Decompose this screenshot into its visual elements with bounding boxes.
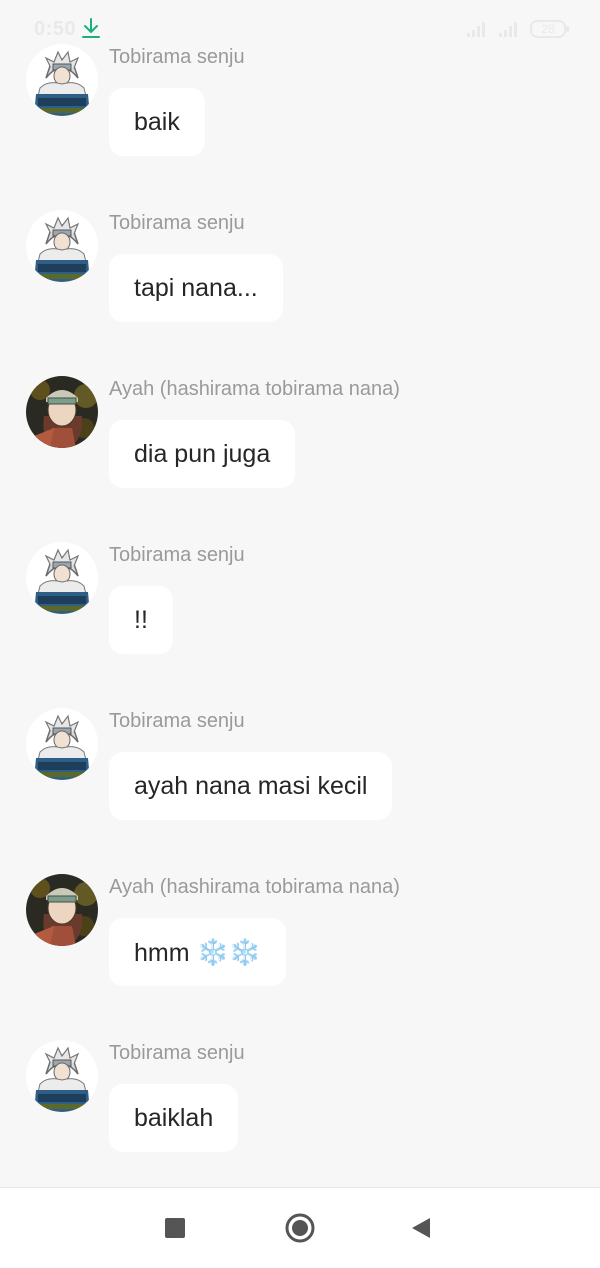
message-item: Tobirama senju baiklah <box>0 1040 600 1190</box>
message-item: Tobirama senju !! <box>0 542 600 692</box>
message-text: baiklah <box>134 1104 214 1132</box>
message-text: tapi nana... <box>134 274 258 302</box>
message-bubble[interactable]: hmm ❄️❄️ <box>109 918 287 986</box>
avatar[interactable] <box>26 44 98 116</box>
avatar[interactable] <box>26 874 98 946</box>
avatar[interactable] <box>26 210 98 282</box>
square-icon[interactable] <box>159 1212 191 1244</box>
sender-name: Tobirama senju <box>109 46 245 68</box>
message-bubble[interactable]: baik <box>109 88 205 156</box>
message-item: Tobirama senju ayah nana masi kecil <box>0 708 600 858</box>
message-bubble[interactable]: tapi nana... <box>109 254 283 322</box>
message-text: baik <box>134 108 180 136</box>
message-text: dia pun juga <box>134 440 271 468</box>
sender-name: Ayah (hashirama tobirama nana) <box>109 876 400 898</box>
avatar[interactable] <box>26 376 98 448</box>
message-item: Ayah (hashirama tobirama nana) hmm ❄️❄️ <box>0 874 600 1024</box>
navigation-bar <box>0 1187 600 1268</box>
message-item: Ayah (hashirama tobirama nana) dia pun j… <box>0 376 600 526</box>
circle-icon[interactable] <box>284 1212 316 1244</box>
avatar[interactable] <box>26 708 98 780</box>
message-item: Tobirama senju baik <box>0 44 600 194</box>
message-bubble[interactable]: !! <box>109 586 173 654</box>
avatar[interactable] <box>26 542 98 614</box>
message-text: ayah nana masi kecil <box>134 772 368 800</box>
sender-name: Tobirama senju <box>109 544 245 566</box>
message-text: hmm <box>134 939 190 967</box>
message-bubble[interactable]: dia pun juga <box>109 420 296 488</box>
chat-thread: Tobirama senju baik Tobirama senju tapi … <box>0 0 600 1187</box>
message-bubble[interactable]: baiklah <box>109 1084 239 1152</box>
sender-name: Tobirama senju <box>109 212 245 234</box>
message-item: Tobirama senju tapi nana... <box>0 210 600 360</box>
message-bubble[interactable]: ayah nana masi kecil <box>109 752 393 820</box>
sender-name: Ayah (hashirama tobirama nana) <box>109 378 400 400</box>
avatar[interactable] <box>26 1040 98 1112</box>
snowflake-emoji: ❄️❄️ <box>196 937 262 967</box>
triangle-back-icon[interactable] <box>406 1212 438 1244</box>
sender-name: Tobirama senju <box>109 710 245 732</box>
message-text: !! <box>134 606 148 634</box>
sender-name: Tobirama senju <box>109 1042 245 1064</box>
